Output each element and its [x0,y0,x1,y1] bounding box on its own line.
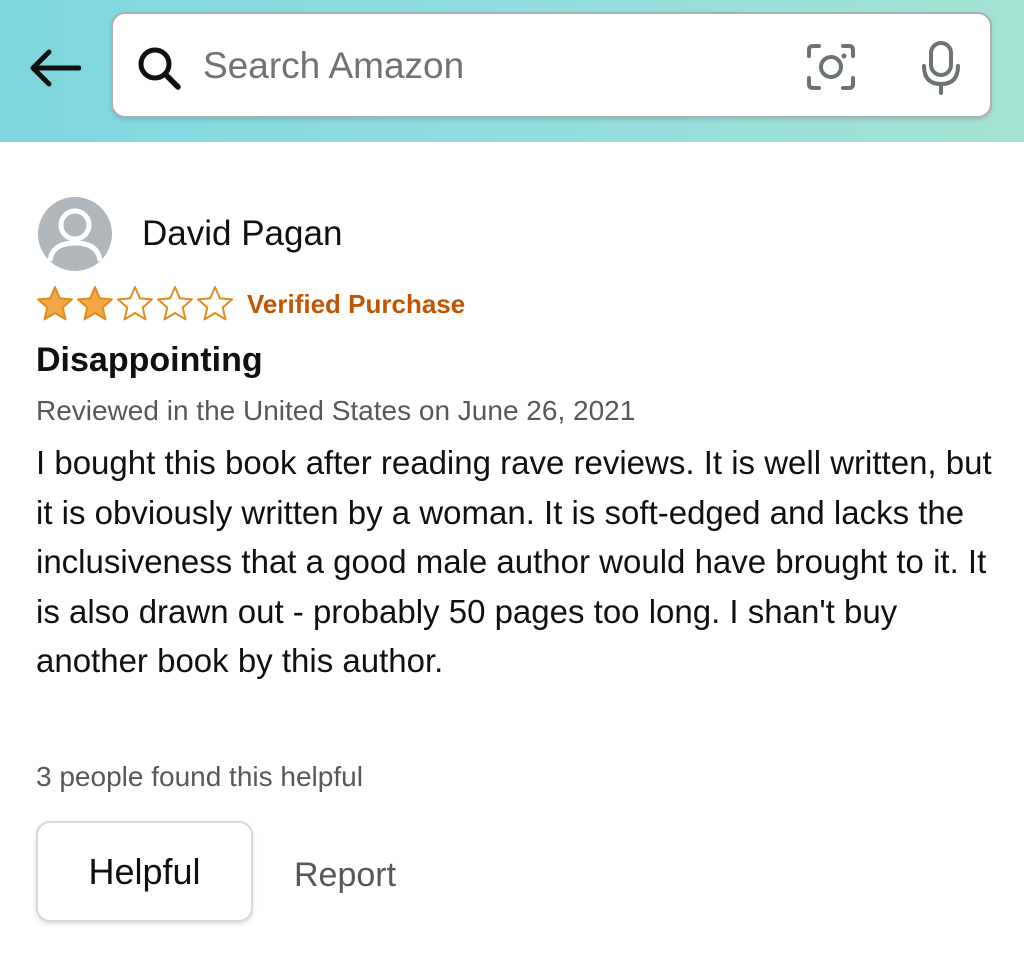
helpful-button[interactable]: Helpful [36,821,253,922]
default-user-avatar-icon [47,208,103,262]
top-search-bar [0,0,1024,142]
back-arrow-icon [30,49,81,87]
camera-scan-icon[interactable] [805,42,857,92]
star-rating [36,285,234,323]
microphone-icon[interactable] [919,40,963,96]
star-empty-icon [197,286,233,321]
star-empty-icon [157,286,193,321]
search-box[interactable] [111,12,992,118]
report-link[interactable]: Report [294,855,396,895]
review-body: I bought this book after reading rave re… [36,444,992,679]
star-empty-icon [117,286,153,321]
star-filled-icon [77,286,113,321]
search-icon [138,47,181,90]
helpful-count: 3 people found this helpful [36,761,363,792]
avatar [38,197,112,271]
review-title: Disappointing [36,341,263,379]
verified-purchase-badge: Verified Purchase [247,289,466,319]
back-button[interactable] [22,40,86,96]
review-date: Reviewed in the United States on June 26… [36,395,636,426]
reviewer-name[interactable]: David Pagan [142,214,342,254]
star-filled-icon [37,286,73,321]
search-input[interactable] [203,36,783,96]
